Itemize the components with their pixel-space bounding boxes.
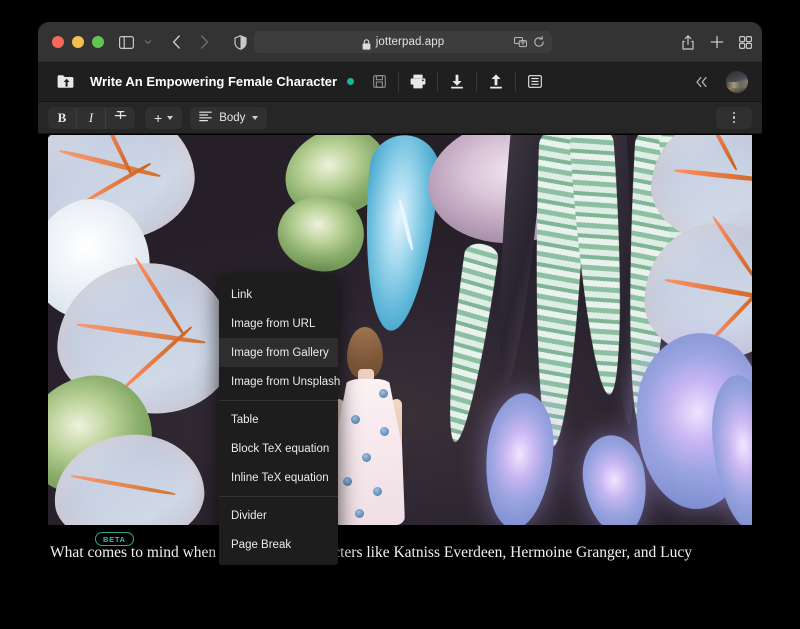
toolbar-divider [437,71,439,92]
insert-menu-button[interactable]: + [145,106,183,129]
minimize-window-button[interactable] [72,36,84,48]
menu-item-image-from-gallery[interactable]: Image from Gallery [219,338,338,367]
italic-button[interactable]: I [77,106,106,129]
maximize-window-button[interactable] [92,36,104,48]
bold-button[interactable]: B [48,106,77,129]
privacy-shield-icon[interactable] [230,32,250,52]
insert-plus-label: + [154,109,163,126]
menu-item-page-break[interactable]: Page Break [219,530,338,559]
tab-overview-icon[interactable] [735,32,755,52]
menu-item-block-tex-equation[interactable]: Block TeX equation [219,434,338,463]
menu-item-table[interactable]: Table [219,405,338,434]
toolbar-divider [398,71,400,92]
menu-item-divider[interactable]: Divider [219,501,338,530]
url-bar-actions [514,35,545,53]
menu-group-2: Table Block TeX equation Inline TeX equa… [219,405,338,492]
save-icon[interactable] [366,69,392,95]
format-toolbar: B I + Body [38,102,762,134]
sidebar-toggle-icon[interactable] [116,32,136,52]
kebab-dot [732,120,736,124]
strikethrough-button[interactable] [106,107,135,129]
strikethrough-icon [114,110,127,125]
print-icon[interactable] [405,69,431,95]
outline-list-icon[interactable] [522,69,548,95]
lock-icon [362,37,371,50]
translate-icon[interactable] [514,35,527,53]
folder-home-icon[interactable] [52,69,78,95]
url-address-bar[interactable]: jotterpad.app [254,31,552,53]
kebab-dot [732,111,736,115]
menu-item-image-from-url[interactable]: Image from URL [219,309,338,338]
menu-divider [219,400,338,401]
menu-group-1: Link Image from URL Image from Gallery I… [219,280,340,396]
hero-image[interactable] [48,135,752,525]
illustration-artwork [48,135,752,525]
paragraph-style-label: Body [219,111,246,124]
page-title: Write An Empowering Female Character [90,74,338,89]
upload-icon[interactable] [483,69,509,95]
toolbar-divider [476,71,478,92]
close-window-button[interactable] [52,36,64,48]
menu-divider [219,496,338,497]
screenshot-root: jotterpad.app Write An Empowering Female… [0,0,800,629]
browser-window: jotterpad.app Write An Empowering Female… [38,22,762,577]
menu-item-inline-tex-equation[interactable]: Inline TeX equation [219,463,338,492]
browser-chrome-bar: jotterpad.app [38,22,762,62]
menu-group-3: Divider Page Break [219,501,338,559]
menu-item-link[interactable]: Link [219,280,338,309]
chevron-double-left-icon[interactable] [688,69,714,95]
share-icon[interactable] [678,32,698,52]
back-button-icon[interactable] [166,32,186,52]
text-style-button-group: B I [48,106,135,129]
chevron-down-icon [252,115,259,120]
paragraph-style-dropdown[interactable]: Body [190,106,268,129]
kebab-dot [732,116,736,119]
more-options-button[interactable] [716,106,752,129]
document-body-text[interactable]: What comes to mind when you think of cha… [50,543,748,563]
insert-dropdown-menu[interactable]: Link Image from URL Image from Gallery I… [219,274,340,565]
user-avatar[interactable] [726,70,748,93]
menu-item-image-from-unsplash[interactable]: Image from Unsplash [219,367,340,396]
new-tab-plus-icon[interactable] [707,32,727,52]
chevron-down-icon [167,115,174,120]
download-icon[interactable] [444,69,470,95]
reload-icon[interactable] [533,35,545,53]
url-text: jotterpad.app [375,36,445,48]
girl-figure [329,327,411,525]
editor-canvas[interactable]: BETA What comes to mind when you think o… [38,134,762,577]
sidebar-chevron-down-icon[interactable] [138,32,158,52]
toolbar-divider [515,71,517,92]
sync-status-indicator [347,78,355,85]
app-header: Write An Empowering Female Character [38,62,762,102]
paragraph-align-icon [199,111,212,125]
window-traffic-lights [52,36,104,48]
forward-button-icon[interactable] [194,32,214,52]
